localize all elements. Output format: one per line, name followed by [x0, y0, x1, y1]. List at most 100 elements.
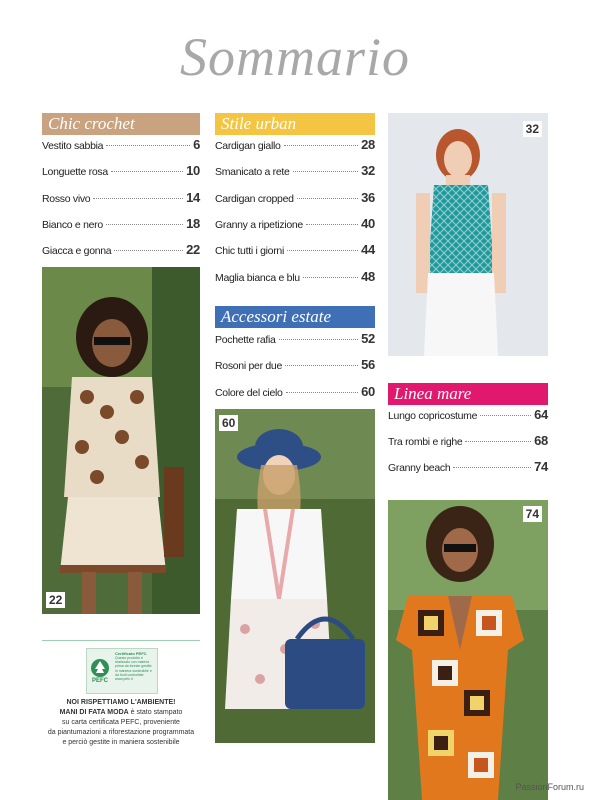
toc-entry[interactable]: Rosso vivo 14: [42, 190, 200, 205]
toc-entry-label: Bianco e nero: [42, 218, 103, 231]
page-badge-74: 74: [522, 506, 542, 522]
toc-entry-page-number: 56: [361, 357, 375, 373]
pefc-cert-body: Questo prodotto è realizzato con materia…: [115, 656, 152, 677]
dot-leader: [285, 391, 359, 393]
toc-entry-label: Rosso vivo: [42, 192, 91, 205]
toc-entry-label: Giacca e gonna: [42, 245, 112, 258]
eco-line-5: e perciò gestite in maniera sostenibile: [62, 739, 180, 746]
page-badge-32: 32: [522, 121, 542, 137]
dot-leader: [114, 250, 184, 252]
dot-leader: [292, 171, 359, 173]
model-teal-top-illustration: [388, 113, 548, 356]
toc-entry[interactable]: Granny beach 74: [388, 459, 548, 474]
dot-leader: [453, 467, 532, 468]
page-badge-60: 60: [219, 415, 239, 431]
toc-entry-page-number: 40: [361, 215, 375, 231]
page-title: Sommario: [179, 27, 410, 87]
dot-leader: [106, 145, 191, 146]
dot-leader: [296, 197, 359, 199]
toc-entry-page-number: 6: [193, 137, 200, 152]
toc-entry[interactable]: Giacca e gonna 22: [42, 242, 200, 257]
toc-entry-page-number: 10: [186, 163, 200, 179]
photo-smanicato[interactable]: 32: [388, 113, 548, 356]
toc-entry[interactable]: Longuette rosa 10: [42, 163, 200, 178]
toc-entry[interactable]: Granny a ripetizione 40: [215, 216, 375, 231]
photo-colore-del-cielo[interactable]: 60: [215, 409, 375, 743]
toc-entry-label: Rosoni per due: [215, 360, 283, 373]
toc-entry-page-number: 64: [534, 407, 548, 422]
toc-entry[interactable]: Cardigan cropped 36: [215, 190, 375, 205]
toc-entry[interactable]: Vestito sabbia 6: [42, 137, 200, 152]
toc-entry[interactable]: Smanicato a rete 32: [215, 163, 375, 178]
toc-entry-label: Maglia bianca e blu: [215, 271, 300, 284]
dot-leader: [305, 223, 359, 225]
toc-entry-page-number: 44: [361, 242, 375, 258]
pefc-cert-url: www.pefc.it: [115, 677, 133, 682]
toc-entry-label: Vestito sabbia: [42, 140, 104, 152]
toc-entry[interactable]: Tra rombi e righe 68: [388, 433, 548, 448]
eco-line-1: NOI RISPETTIAMO L'AMBIENTE!: [66, 699, 176, 706]
toc-entry-page-number: 52: [361, 331, 375, 346]
toc-entry-page-number: 74: [534, 459, 548, 474]
section-heading-chic-crochet: Chic crochet: [42, 113, 200, 135]
toc-entry-page-number: 32: [361, 163, 375, 179]
eco-line-3: su carta certificata PEFC, proveniente: [62, 719, 180, 726]
toc-entry-page-number: 28: [361, 137, 375, 152]
toc-entry[interactable]: Bianco e nero 18: [42, 216, 200, 231]
page-badge-22: 22: [46, 592, 66, 608]
dot-leader: [110, 171, 184, 173]
eco-line-4: da piantumazioni a riforestazione progra…: [47, 729, 195, 736]
toc-entry-page-number: 22: [186, 242, 200, 258]
toc-entry-page-number: 68: [534, 433, 548, 448]
toc-entry-page-number: 48: [361, 268, 375, 284]
toc-entry-label: Granny beach: [388, 462, 451, 474]
toc-entry-label: Granny a ripetizione: [215, 218, 303, 231]
pefc-logo-text: PEFC: [91, 678, 108, 684]
toc-entry[interactable]: Colore del cielo 60: [215, 384, 375, 399]
toc-entry-label: Longuette rosa: [42, 166, 108, 179]
toc-entry[interactable]: Rosoni per due 56: [215, 357, 375, 372]
pefc-label: PEFC Certificato PEFC Questo prodotto è …: [86, 648, 158, 694]
toc-entry-page-number: 18: [186, 215, 200, 231]
toc-entry-label: Chic tutti i giorni: [215, 245, 284, 258]
dot-leader: [93, 197, 184, 199]
section-heading-linea-mare: Linea mare: [388, 383, 548, 405]
toc-entry-page-number: 14: [186, 189, 200, 205]
toc-entry-label: Tra rombi e righe: [388, 436, 463, 448]
dot-leader: [465, 441, 532, 442]
eco-line-2-rest: è stato stampato: [128, 709, 183, 716]
toc-entry[interactable]: Lungo copricostume 64: [388, 407, 548, 422]
toc-entry[interactable]: Chic tutti i giorni 44: [215, 242, 375, 257]
toc-entry-label: Cardigan giallo: [215, 140, 281, 152]
watermark-credit: PassionForum.ru: [515, 782, 584, 792]
toc-entry[interactable]: Pochette rafia 52: [215, 331, 375, 346]
toc-entry-page-number: 60: [361, 383, 375, 399]
toc-entry-label: Colore del cielo: [215, 386, 283, 399]
toc-entry-label: Cardigan cropped: [215, 192, 294, 205]
dot-leader: [285, 365, 359, 367]
divider-line: [42, 640, 200, 641]
dot-leader: [105, 223, 184, 225]
dot-leader: [302, 276, 359, 278]
toc-entry[interactable]: Cardigan giallo 28: [215, 137, 375, 152]
toc-entry-page-number: 36: [361, 189, 375, 205]
eco-brand: MANI DI FATA MODA: [59, 709, 129, 716]
section-heading-accessori-estate: Accessori estate: [215, 306, 375, 328]
dot-leader: [283, 145, 359, 146]
dot-leader: [287, 250, 359, 252]
toc-entry[interactable]: Maglia bianca e blu 48: [215, 269, 375, 284]
eco-line-2: MANI DI FATA MODA è stato stampato: [42, 708, 200, 718]
section-heading-stile-urban: Stile urban: [215, 113, 375, 135]
toc-entry-label: Lungo copricostume: [388, 410, 478, 422]
eco-note: NOI RISPETTIAMO L'AMBIENTE! MANI DI FATA…: [42, 698, 200, 748]
dot-leader: [480, 415, 532, 416]
toc-entry-label: Pochette rafia: [215, 334, 276, 346]
pefc-tree-icon: [91, 659, 109, 677]
photo-giacca-gonna[interactable]: 22: [42, 267, 200, 614]
dot-leader: [278, 339, 359, 340]
toc-entry-label: Smanicato a rete: [215, 166, 290, 179]
model-blue-hat-illustration: [215, 409, 375, 743]
photo-granny-beach[interactable]: 74: [388, 500, 548, 800]
model-crochet-jacket-illustration: [42, 267, 200, 614]
model-granny-coverup-illustration: [388, 500, 548, 800]
